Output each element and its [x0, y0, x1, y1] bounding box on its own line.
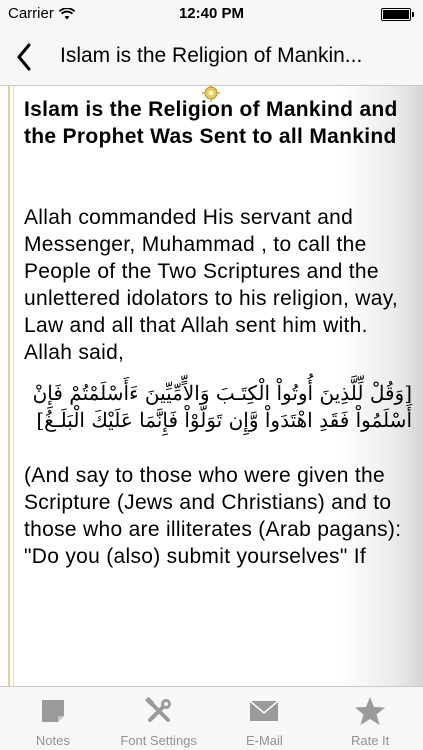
tab-label: Notes: [35, 733, 70, 748]
tab-label: E-Mail: [245, 733, 283, 748]
tab-email[interactable]: E-Mail: [212, 687, 318, 750]
star-icon: [353, 695, 387, 727]
page-margin-rule-inner: [13, 86, 14, 686]
page-margin-rule: [8, 86, 10, 686]
article-paragraph: Allah commanded His servant and Messenge…: [24, 206, 399, 364]
envelope-icon: [247, 695, 281, 727]
tab-font-settings[interactable]: Font Settings: [106, 687, 212, 750]
battery-tip: [412, 12, 414, 17]
battery-icon: [381, 8, 411, 21]
article-paragraph-2: (And say to those who were given the Scr…: [24, 464, 402, 568]
status-bar: Carrier 12:40 PM: [0, 0, 423, 28]
tab-notes[interactable]: Notes: [0, 687, 106, 750]
tab-rate-it[interactable]: Rate It: [317, 687, 423, 750]
article-heading: Islam is the Religion of Mankind and the…: [24, 98, 398, 148]
tab-label: Font Settings: [120, 733, 197, 748]
chevron-left-icon: [17, 43, 31, 71]
notes-icon: [36, 695, 70, 727]
article-text: Islam is the Religion of Mankind and the…: [24, 96, 412, 584]
status-time: 12:40 PM: [178, 5, 245, 22]
back-button[interactable]: [8, 38, 40, 76]
tools-icon: [142, 695, 176, 727]
tab-label: Rate It: [350, 733, 390, 748]
arabic-verse: [وَقُلْ لِّلَّذِينَ أُوتُواْ الْكِتَـبَ …: [32, 381, 412, 432]
article-content[interactable]: Islam is the Religion of Mankind and the…: [0, 86, 423, 686]
page-title: Islam is the Religion of Mankin...: [60, 44, 363, 67]
battery-fill: [383, 10, 409, 19]
nav-bar: Islam is the Religion of Mankin...: [0, 28, 423, 86]
tab-bar: Notes Font Settings E-Mail Rate It: [0, 686, 423, 750]
